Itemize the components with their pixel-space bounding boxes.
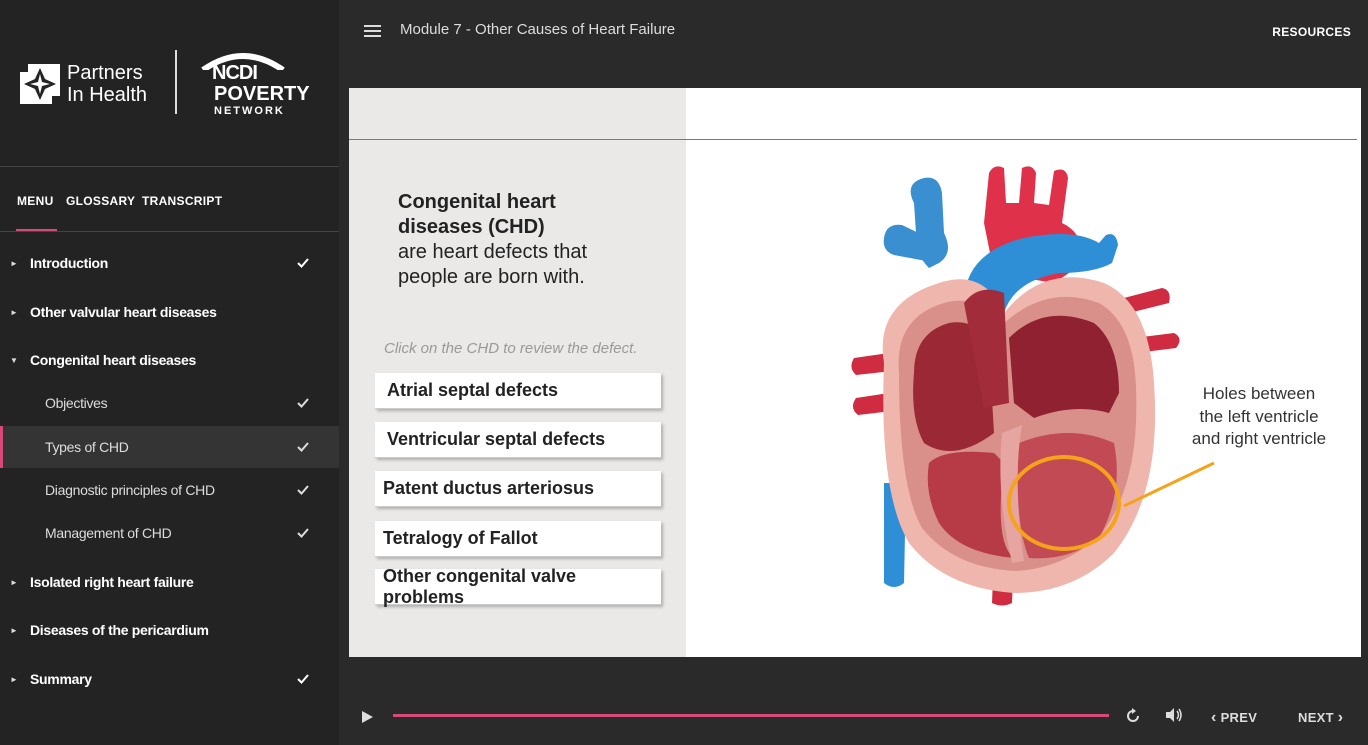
defect-highlight (1007, 455, 1215, 551)
tab-glossary[interactable]: GLOSSARY (66, 194, 135, 208)
check-icon (297, 442, 309, 452)
pih-line-1: Partners (67, 62, 143, 84)
logo-divider (175, 50, 177, 114)
chd-button-tetralogy[interactable]: Tetralogy of Fallot (375, 521, 661, 557)
headline-line-3: are heart defects that (398, 241, 588, 263)
chd-button-atrial-septal[interactable]: Atrial septal defects (375, 373, 661, 409)
ncdi-line-2: POVERTY (214, 83, 310, 105)
nav-item-types-of-chd[interactable]: Types of CHD (0, 426, 339, 468)
headline-bold-line-1: Congenital heart (398, 191, 556, 213)
logo-area: Partners In Health NCDI POVERTY NETWORK (0, 0, 339, 167)
nav-item-label: Types of CHD (45, 439, 129, 455)
pih-logo-text: Partners In Health (67, 62, 147, 106)
nav-item-other-valvular[interactable]: ► Other valvular heart diseases (0, 291, 339, 333)
ncdi-line-1: NCDI (212, 62, 258, 84)
volume-icon[interactable] (1165, 707, 1183, 723)
caret-right-icon: ► (10, 307, 18, 317)
nav-item-label: Introduction (30, 255, 109, 271)
hamburger-menu-icon[interactable] (364, 25, 381, 37)
caret-right-icon: ► (10, 625, 18, 635)
slide-headline: Congenital heart diseases (CHD) are hear… (398, 190, 658, 290)
nav-item-management[interactable]: Management of CHD (0, 512, 339, 554)
check-icon (297, 528, 309, 538)
sidebar: Partners In Health NCDI POVERTY NETWORK … (0, 0, 339, 745)
tab-active-indicator (16, 229, 57, 231)
slide-content: Congenital heart diseases (CHD) are hear… (349, 88, 1361, 657)
nav-item-congenital[interactable]: ▼ Congenital heart diseases (0, 339, 339, 381)
check-icon (297, 398, 309, 408)
defect-callout: Holes between the left ventricle and rig… (1179, 383, 1339, 451)
progress-bar[interactable] (393, 714, 1109, 717)
check-icon (297, 485, 309, 495)
callout-line-2: the left ventricle (1199, 406, 1319, 426)
module-title: Module 7 - Other Causes of Heart Failure (400, 21, 676, 38)
nav-item-introduction[interactable]: ► Introduction (0, 242, 339, 284)
caret-down-icon: ▼ (10, 355, 18, 365)
nav-item-label: Other valvular heart diseases (30, 304, 217, 320)
nav-item-label: Isolated right heart failure (30, 574, 194, 590)
prev-label: PREV (1220, 710, 1258, 725)
nav-item-diagnostic[interactable]: Diagnostic principles of CHD (0, 469, 339, 511)
callout-line-3: and right ventricle (1191, 429, 1327, 448)
next-button[interactable]: NEXT › (1298, 709, 1343, 727)
tab-menu[interactable]: MENU (17, 194, 54, 208)
ncdi-logo: NCDI POVERTY NETWORK (190, 50, 314, 120)
caret-right-icon: ► (10, 258, 18, 268)
chd-button-other-valve[interactable]: Other congenital valve problems (375, 566, 661, 607)
nav-item-label: Summary (30, 671, 92, 687)
callout-line-1: Holes between (1202, 384, 1316, 403)
nav-item-isolated-right[interactable]: ► Isolated right heart failure (0, 561, 339, 603)
check-icon (297, 258, 309, 268)
pih-logo-icon (20, 64, 60, 104)
chevron-right-icon: › (1337, 709, 1344, 726)
pih-line-2: In Health (67, 84, 148, 106)
prev-button[interactable]: ‹ PREV (1211, 709, 1257, 727)
nav-item-label: Diagnostic principles of CHD (45, 482, 215, 498)
chd-button-ventricular-septal[interactable]: Ventricular septal defects (375, 422, 661, 458)
ncdi-line-3: NETWORK (214, 105, 285, 117)
headline-line-4: people are born with. (398, 266, 585, 288)
headline-bold-line-2: diseases (CHD) (398, 216, 545, 238)
player-controls: ‹ PREV NEXT › (339, 690, 1368, 745)
chd-button-patent-ductus[interactable]: Patent ductus arteriosus (375, 471, 661, 507)
play-icon[interactable] (360, 710, 374, 724)
nav-item-pericardium[interactable]: ► Diseases of the pericardium (0, 609, 339, 651)
replay-icon[interactable] (1125, 708, 1141, 724)
nav-item-summary[interactable]: ► Summary (0, 658, 339, 700)
nav-item-label: Diseases of the pericardium (30, 622, 209, 638)
nav-item-label: Objectives (45, 395, 108, 411)
next-label: NEXT (1298, 710, 1334, 725)
slide-instruction: Click on the CHD to review the defect. (384, 340, 638, 357)
slide-accent-line (349, 139, 1357, 140)
nav-item-label: Congenital heart diseases (30, 352, 197, 368)
caret-right-icon: ► (10, 577, 18, 587)
nav-item-label: Management of CHD (45, 525, 172, 541)
tab-transcript[interactable]: TRANSCRIPT (142, 194, 222, 208)
check-icon (297, 674, 309, 684)
resources-button[interactable]: RESOURCES (1272, 25, 1351, 39)
top-bar: Module 7 - Other Causes of Heart Failure… (339, 0, 1368, 60)
caret-right-icon: ► (10, 674, 18, 684)
nav-item-objectives[interactable]: Objectives (0, 382, 339, 424)
menu-tabs: MENU GLOSSARY TRANSCRIPT (0, 168, 339, 232)
chevron-left-icon: ‹ (1211, 709, 1217, 726)
